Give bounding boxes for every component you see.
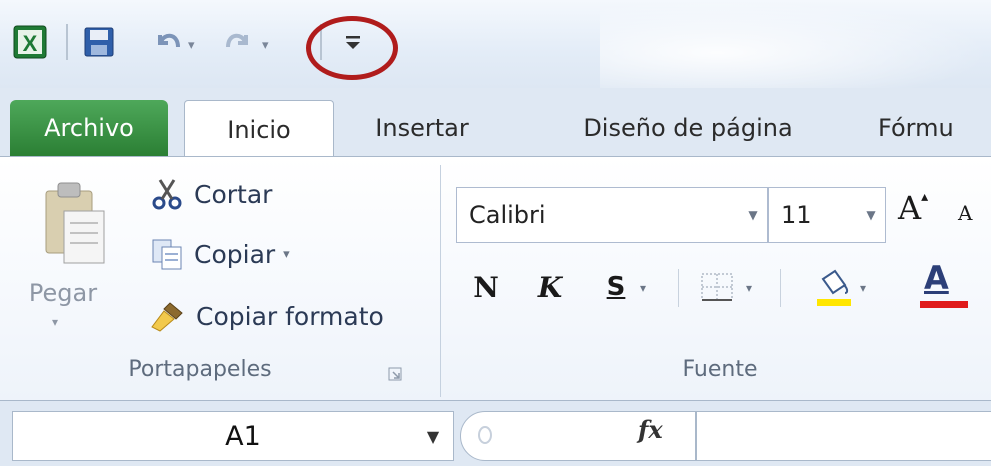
redo-icon[interactable] xyxy=(222,22,256,62)
highlight-circle xyxy=(306,16,398,80)
save-icon[interactable] xyxy=(80,22,118,62)
name-box-dropdown-icon[interactable]: ▼ xyxy=(413,427,453,446)
borders-button[interactable] xyxy=(694,261,740,313)
fill-color-button[interactable] xyxy=(810,261,856,313)
font-name-dropdown-icon[interactable]: ▼ xyxy=(739,208,767,222)
formula-input[interactable] xyxy=(696,411,991,461)
name-box-value: A1 xyxy=(225,420,261,452)
font-color-button[interactable]: A xyxy=(918,257,972,313)
format-painter-icon xyxy=(151,302,183,332)
formula-bar: A1 ▼ fx xyxy=(0,400,991,466)
copy-icon xyxy=(152,239,182,270)
undo-icon[interactable] xyxy=(150,22,184,62)
format-painter-button[interactable]: Copiar formato xyxy=(150,295,384,337)
cut-label: Cortar xyxy=(194,179,273,209)
svg-text:X: X xyxy=(23,31,38,56)
undo-dropdown-icon[interactable]: ▾ xyxy=(188,38,195,53)
tab-archivo[interactable]: Archivo xyxy=(10,100,168,156)
excel-icon[interactable]: X xyxy=(12,22,48,62)
grow-caret-icon: ▴ xyxy=(921,189,929,205)
format-painter-label: Copiar formato xyxy=(196,301,384,331)
font-color-label: A xyxy=(924,259,949,297)
paste-icon xyxy=(45,182,105,264)
bold-button[interactable]: N xyxy=(466,261,506,313)
grip-handle-icon xyxy=(478,426,492,444)
font-color-swatch xyxy=(920,301,968,308)
font-group-label: Fuente xyxy=(682,357,758,382)
font-name-combo[interactable]: Calibri ▼ xyxy=(456,187,768,243)
font-size-combo[interactable]: 11 ▼ xyxy=(768,187,886,243)
tab-diseno-de-pagina[interactable]: Diseño de página xyxy=(548,100,828,156)
quick-access-toolbar: X ▾ ▾ xyxy=(0,0,991,88)
name-box[interactable]: A1 ▼ xyxy=(12,411,454,461)
ribbon-tabs: Archivo Inicio Insertar Diseño de página… xyxy=(0,88,991,158)
font-size-value: 11 xyxy=(781,201,812,229)
font-size-dropdown-icon[interactable]: ▼ xyxy=(857,208,885,222)
paste-button[interactable]: Pegar ▾ xyxy=(29,179,114,349)
shrink-font-button[interactable]: A xyxy=(958,201,972,225)
redo-dropdown-icon[interactable]: ▾ xyxy=(262,38,269,53)
clipboard-launcher-icon[interactable] xyxy=(388,367,402,381)
underline-dropdown-icon[interactable]: ▾ xyxy=(640,281,646,295)
cut-button[interactable]: Cortar xyxy=(150,173,272,215)
excel-window: X ▾ ▾ Archivo Inicio Insertar Diseño de … xyxy=(0,0,991,466)
borders-icon xyxy=(701,273,733,301)
scissors-icon xyxy=(152,179,182,210)
copy-button[interactable]: Copiar ▾ xyxy=(150,233,290,275)
fill-color-dropdown-icon[interactable]: ▾ xyxy=(860,281,866,295)
ribbon: Pegar ▾ Cortar Copiar ▾ Copiar formato P… xyxy=(0,156,991,401)
font-name-value: Calibri xyxy=(469,201,546,229)
tab-inicio[interactable]: Inicio xyxy=(184,100,334,158)
clipboard-group-label: Portapapeles xyxy=(128,357,272,382)
insert-function-button[interactable]: fx xyxy=(638,415,663,444)
tab-insertar[interactable]: Insertar xyxy=(352,100,492,156)
underline-button[interactable]: S xyxy=(598,261,634,313)
borders-dropdown-icon[interactable]: ▾ xyxy=(746,281,752,295)
paste-label: Pegar xyxy=(28,279,98,307)
italic-button[interactable]: K xyxy=(530,261,570,313)
copy-label: Copiar xyxy=(194,239,276,269)
paste-dropdown-icon[interactable]: ▾ xyxy=(52,315,58,329)
paint-bucket-icon xyxy=(817,269,851,306)
copy-dropdown-icon[interactable]: ▾ xyxy=(283,247,290,262)
grow-font-button[interactable]: A▴ xyxy=(898,189,928,227)
tab-formulas[interactable]: Fórmu xyxy=(878,100,991,156)
